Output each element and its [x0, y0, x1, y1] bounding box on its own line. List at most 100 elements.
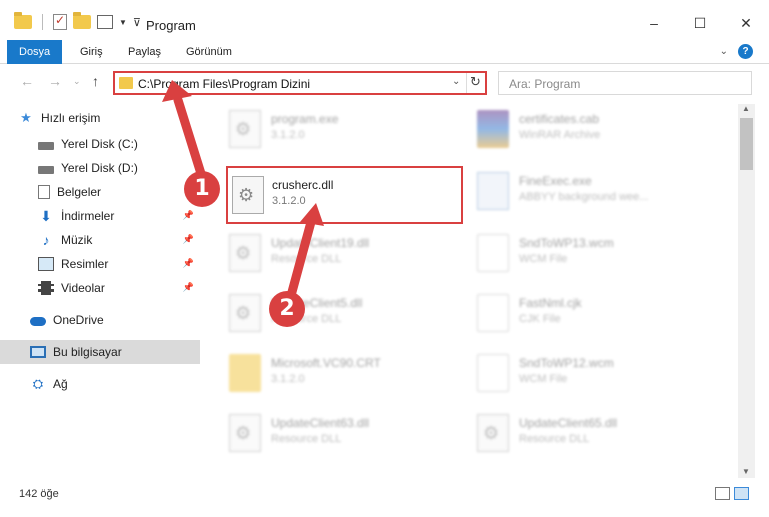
music-icon: ♪	[42, 232, 50, 248]
forward-arrow-icon[interactable]: →	[48, 73, 62, 89]
file-meta: ABBYY background wee...	[519, 191, 649, 203]
gear-file-icon	[229, 110, 261, 148]
navigation-bar: ← → ⌄ ↑ C:\Program Files\Program Dizini …	[0, 64, 769, 102]
sidebar-item-network[interactable]: ⛭ Ağ	[0, 372, 200, 396]
star-icon: ★	[20, 110, 32, 125]
sidebar-item-label: Hızlı erişim	[41, 111, 101, 125]
file-icon	[477, 354, 509, 392]
dll-icon	[229, 294, 261, 332]
dll-icon	[477, 414, 509, 452]
dll-icon	[232, 176, 264, 214]
scroll-up-icon[interactable]: ▲	[742, 104, 750, 113]
back-arrow-icon[interactable]: ←	[20, 73, 34, 89]
file-item[interactable]: UpdateClient19.dll Resource DLL	[227, 226, 467, 278]
sidebar-item-pictures[interactable]: Resimler 📌	[0, 252, 200, 276]
file-name: program.exe	[271, 112, 339, 126]
minimize-button[interactable]: –	[631, 8, 677, 38]
file-name: UpdateClient19.dll	[271, 236, 370, 250]
sidebar-item-disk-c[interactable]: Yerel Disk (C:)	[0, 132, 200, 156]
pictures-icon	[38, 257, 54, 271]
address-bar[interactable]: C:\Program Files\Program Dizini ⌄ ↻	[113, 71, 487, 95]
status-bar: 142 öğe	[0, 478, 769, 517]
sidebar-item-music[interactable]: ♪ Müzik 📌	[0, 228, 200, 252]
file-name: Microsoft.VC90.CRT	[271, 356, 381, 370]
download-icon: ⬇	[40, 208, 52, 224]
refresh-icon[interactable]: ↻	[470, 74, 481, 90]
archive-icon	[477, 110, 509, 148]
file-name: FineExec.exe	[519, 174, 592, 188]
expand-ribbon-icon[interactable]: ⌄	[720, 46, 728, 57]
file-item[interactable]: UpdateClient5.dll Resource DLL	[227, 286, 467, 338]
properties-check-icon[interactable]	[53, 13, 67, 30]
file-item[interactable]: SndToWP12.wcm WCM File	[475, 346, 715, 398]
address-dropdown-icon[interactable]: ⌄	[452, 76, 460, 87]
search-input[interactable]: Ara: Program	[498, 71, 752, 95]
file-name: UpdateClient63.dll	[271, 416, 370, 430]
view-props-icon[interactable]	[97, 15, 113, 29]
search-placeholder: Ara: Program	[509, 77, 581, 91]
sidebar-item-quick-access[interactable]: ★ Hızlı erişim	[0, 106, 200, 130]
toolbar-divider	[42, 14, 43, 30]
vertical-scrollbar[interactable]: ▲ ▼	[738, 104, 755, 478]
dll-icon	[229, 234, 261, 272]
sidebar-item-disk-d[interactable]: Yerel Disk (D:)	[0, 156, 200, 180]
file-item[interactable]: certificates.cab WinRAR Archive	[475, 104, 715, 154]
dll-icon	[229, 414, 261, 452]
tab-share[interactable]: Paylaş	[128, 40, 161, 64]
address-path[interactable]: C:\Program Files\Program Dizini	[138, 77, 310, 91]
pin-icon[interactable]: 📌	[183, 210, 194, 221]
document-icon	[38, 185, 50, 199]
file-item[interactable]: UpdateClient63.dll Resource DLL	[227, 406, 467, 458]
recent-locations-icon[interactable]: ⌄	[73, 76, 81, 87]
sidebar-item-label: OneDrive	[53, 313, 104, 327]
sidebar-item-label: Belgeler	[57, 185, 102, 199]
up-arrow-icon[interactable]: ↑	[92, 73, 99, 89]
file-meta: Resource DLL	[519, 433, 590, 445]
scrollbar-thumb[interactable]	[740, 118, 753, 170]
large-icons-view-icon[interactable]	[734, 487, 749, 500]
sidebar-item-onedrive[interactable]: OneDrive	[0, 308, 200, 332]
sidebar-item-label: Yerel Disk (C:)	[61, 137, 138, 151]
tab-file[interactable]: Dosya	[7, 40, 63, 64]
pin-icon[interactable]: 📌	[183, 234, 194, 245]
tab-view[interactable]: Görünüm	[186, 40, 232, 64]
details-view-icon[interactable]	[715, 487, 730, 500]
file-item[interactable]: program.exe 3.1.2.0	[227, 104, 467, 154]
sidebar-item-label: Ağ	[53, 377, 68, 391]
sidebar-item-videos[interactable]: Videolar 📌	[0, 276, 200, 300]
title-bar: ▼ ⊽ Program – ☐ ✕	[0, 0, 769, 40]
file-item[interactable]: FastNml.cjk CJK File	[475, 286, 715, 338]
file-item[interactable]: UpdateClient65.dll Resource DLL	[475, 406, 715, 458]
highlighted-file-item[interactable]: crusherc.dll 3.1.2.0	[226, 166, 463, 224]
view-switcher	[715, 487, 749, 500]
navigation-pane: ★ Hızlı erişim Yerel Disk (C:) Yerel Dis…	[0, 104, 203, 478]
file-meta: 3.1.2.0	[272, 195, 306, 207]
sidebar-item-this-pc[interactable]: Bu bilgisayar	[0, 340, 200, 364]
scroll-down-icon[interactable]: ▼	[742, 467, 750, 476]
tab-home[interactable]: Giriş	[80, 40, 103, 64]
step-2-badge: 2	[269, 291, 305, 327]
sidebar-item-documents[interactable]: Belgeler	[0, 180, 200, 204]
maximize-button[interactable]: ☐	[677, 8, 723, 38]
new-folder-icon[interactable]	[73, 12, 91, 29]
file-meta: 3.1.2.0	[271, 373, 305, 385]
file-icon	[477, 234, 509, 272]
file-meta: WinRAR Archive	[519, 129, 601, 141]
folder-icon[interactable]	[14, 12, 32, 29]
pin-icon[interactable]: 📌	[183, 258, 194, 269]
close-button[interactable]: ✕	[723, 8, 769, 38]
help-icon[interactable]: ?	[738, 44, 753, 59]
disk-icon	[38, 165, 54, 174]
file-item[interactable]: SndToWP13.wcm WCM File	[475, 226, 715, 278]
pin-icon[interactable]: 📌	[183, 282, 194, 293]
computer-icon	[30, 346, 46, 358]
sidebar-item-downloads[interactable]: ⬇ İndirmeler 📌	[0, 204, 200, 228]
step-1-badge: 1	[184, 171, 220, 207]
chevron-down-icon[interactable]: ▼	[119, 18, 127, 27]
file-icon	[477, 294, 509, 332]
ribbon-controls: ⌄ ?	[720, 44, 753, 59]
customize-toolbar-icon[interactable]: ⊽	[133, 16, 141, 29]
file-item[interactable]: FineExec.exe ABBYY background wee...	[475, 164, 715, 216]
file-item[interactable]: Microsoft.VC90.CRT 3.1.2.0	[227, 346, 467, 398]
exe-icon	[477, 172, 509, 210]
